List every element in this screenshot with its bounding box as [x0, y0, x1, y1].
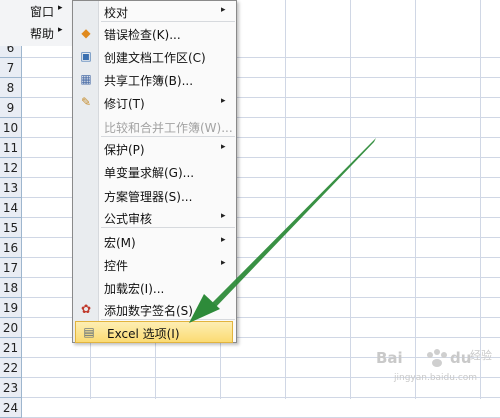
- arrow-head: [189, 294, 220, 323]
- annotation-arrow: [189, 138, 376, 323]
- arrow-shaft: [210, 138, 376, 309]
- watermark-url: jingyan.baidu.com: [394, 373, 478, 383]
- baidu-watermark: Bai du 经验 jingyan.baidu.com: [372, 343, 492, 393]
- row-header[interactable]: 24: [0, 398, 22, 418]
- watermark-brand-suffix: du: [450, 349, 472, 367]
- watermark-jingyan: 经验: [470, 349, 492, 362]
- watermark-brand: Bai: [376, 349, 403, 367]
